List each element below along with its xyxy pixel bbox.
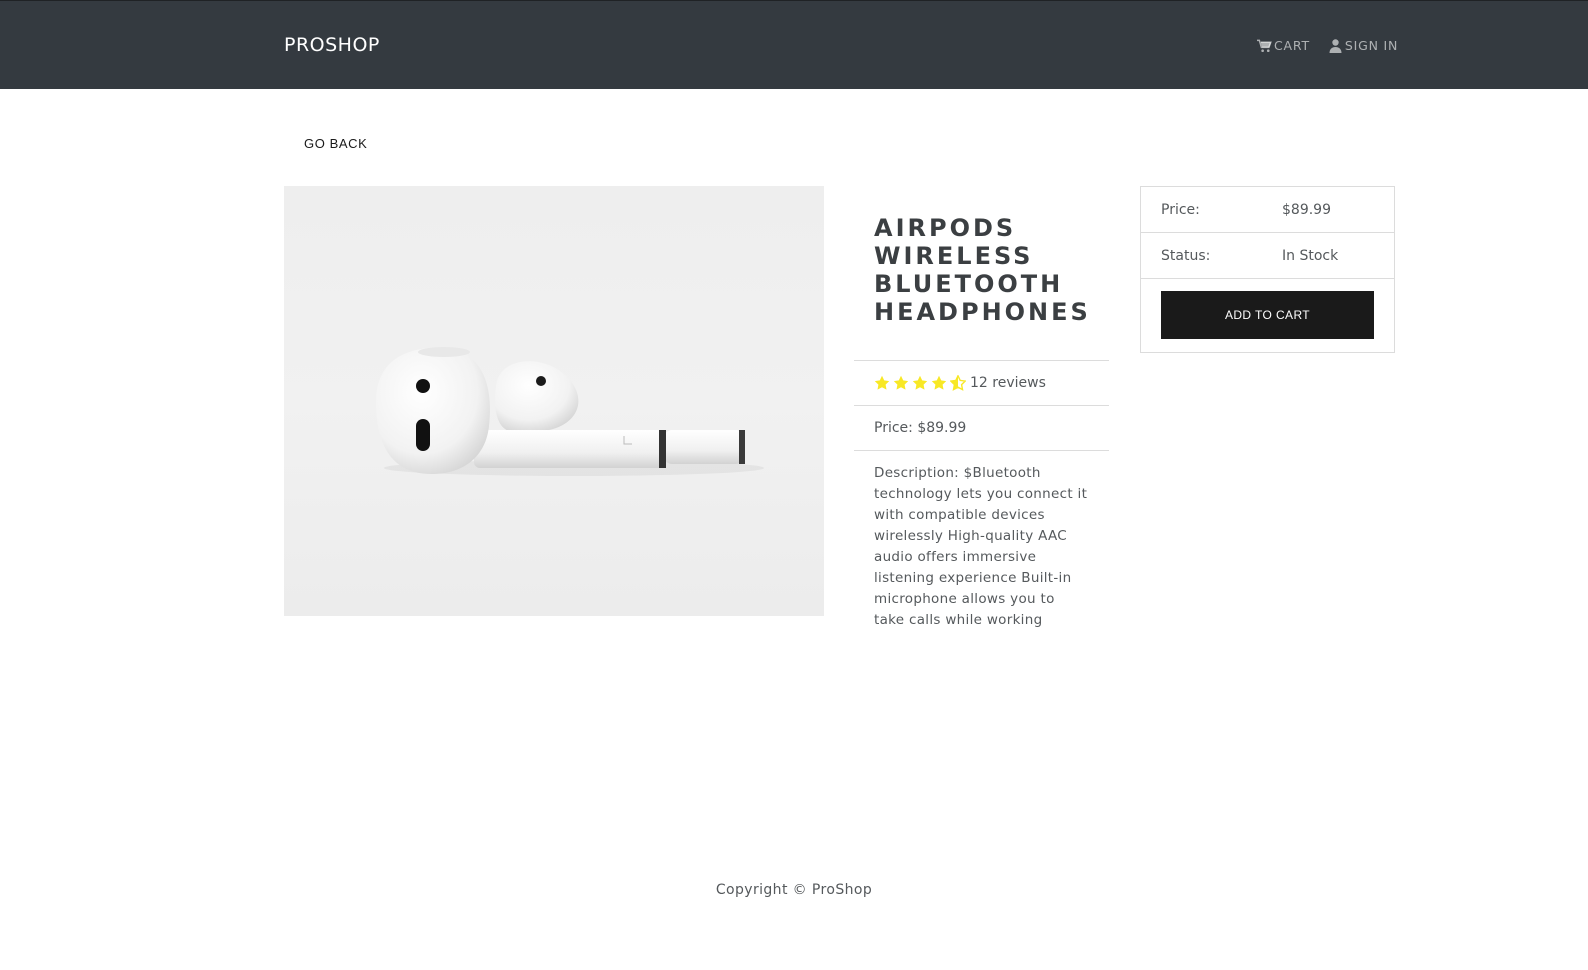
shopping-cart-icon: [1257, 39, 1272, 52]
product-title: AIRPODS WIRELESS BLUETOOTH HEADPHONES: [854, 186, 1109, 361]
add-to-cart-button[interactable]: ADD TO CART: [1161, 291, 1374, 339]
star-icon: [893, 375, 909, 390]
product-image: [284, 186, 824, 616]
nav-cart-label: CART: [1274, 38, 1310, 53]
card-price-row: Price: $89.99: [1141, 187, 1394, 233]
card-price-label: Price:: [1161, 201, 1200, 218]
card-button-row: ADD TO CART: [1141, 279, 1394, 352]
card-price-value: $89.99: [1282, 201, 1331, 218]
star-icon: [912, 375, 928, 390]
nav-links: CART SIGN IN: [1257, 38, 1398, 53]
card-status-row: Status: In Stock: [1141, 233, 1394, 279]
product-description: Description: $Bluetooth technology lets …: [874, 465, 1088, 628]
airpods-image: [376, 347, 764, 476]
go-back-button[interactable]: GO BACK: [304, 136, 367, 151]
product-details: AIRPODS WIRELESS BLUETOOTH HEADPHONES 12…: [854, 186, 1109, 643]
product-rating: 12 reviews: [854, 361, 1109, 406]
star-half-icon: [950, 375, 966, 391]
rating-stars: [874, 375, 966, 391]
card-status-value: In Stock: [1282, 247, 1339, 264]
reviews-count: 12 reviews: [970, 375, 1046, 391]
nav-signin-label: SIGN IN: [1344, 38, 1399, 53]
nav-signin-link[interactable]: SIGN IN: [1328, 38, 1398, 53]
nav-cart-link[interactable]: CART: [1257, 38, 1310, 53]
purchase-card: Price: $89.99 Status: In Stock ADD TO CA…: [1140, 186, 1395, 353]
star-icon: [874, 375, 890, 390]
brand-logo[interactable]: PROSHOP: [284, 34, 380, 56]
navbar: PROSHOP CART SIGN IN: [0, 0, 1588, 89]
footer-copyright: Copyright © ProShop: [715, 882, 873, 898]
star-icon: [931, 375, 947, 390]
product-price: Price: $89.99: [854, 406, 1109, 451]
user-icon: [1329, 38, 1342, 53]
card-status-label: Status:: [1161, 247, 1211, 264]
